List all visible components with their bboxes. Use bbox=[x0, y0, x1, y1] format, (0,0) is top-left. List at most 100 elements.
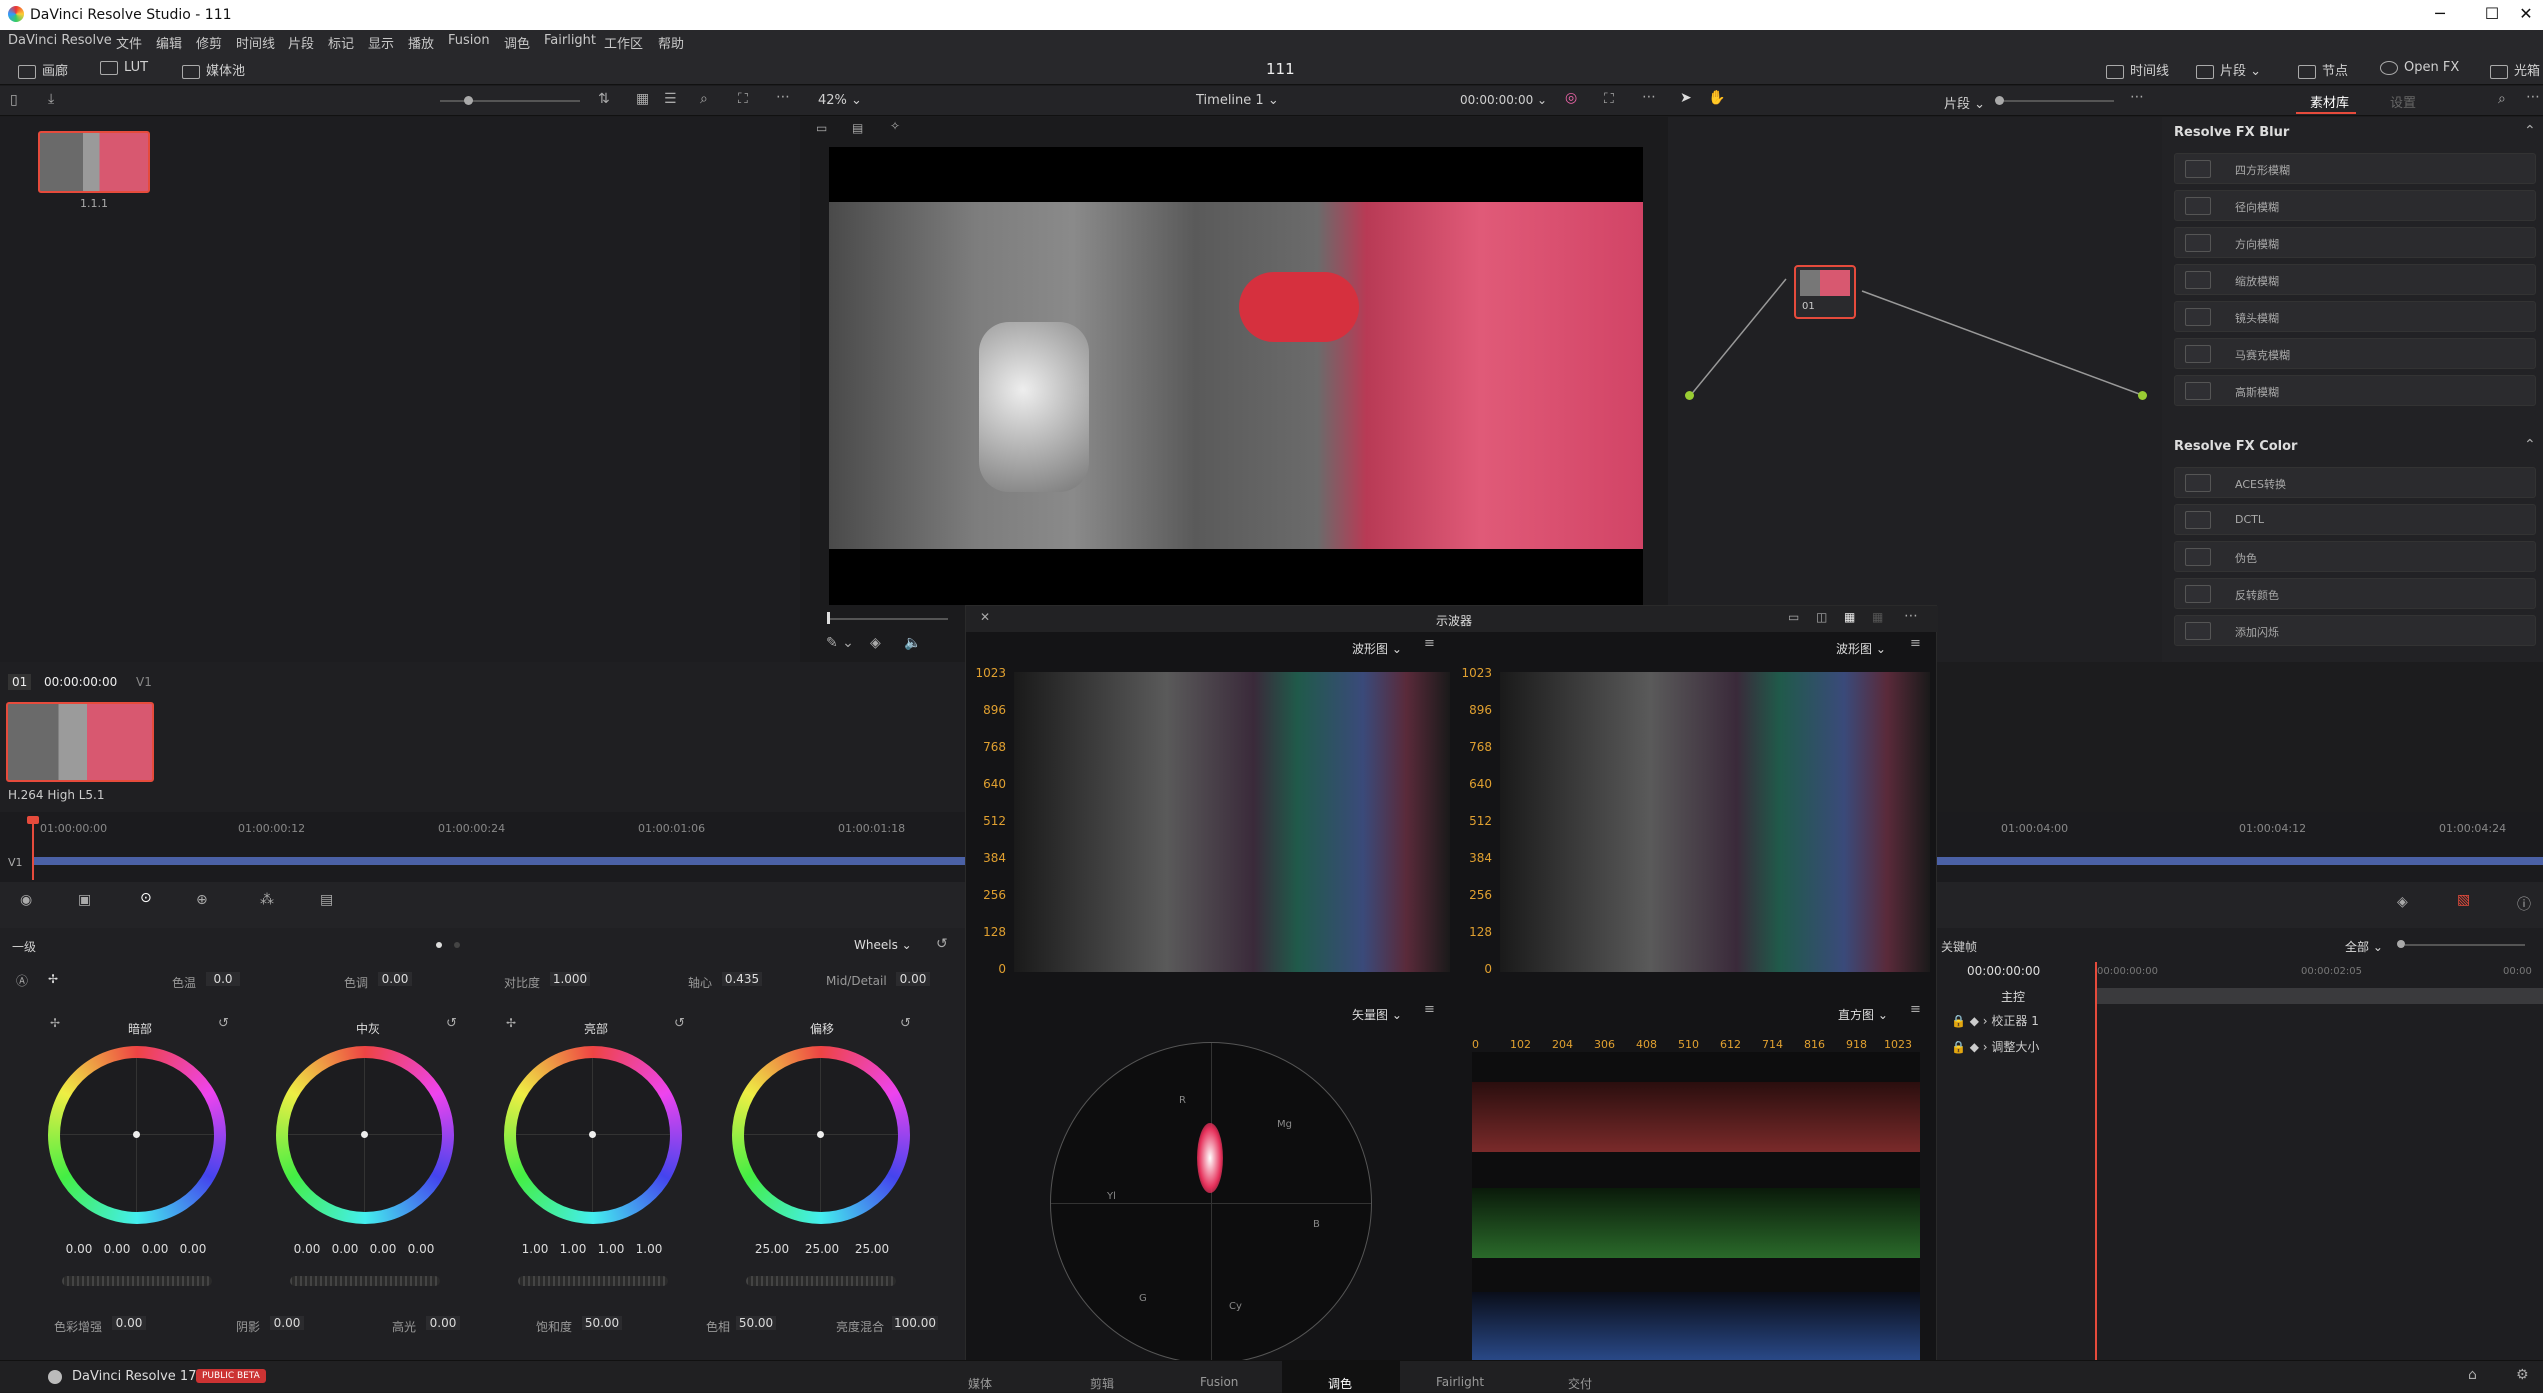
fx-group-blur[interactable]: Resolve FX Blur bbox=[2174, 125, 2289, 140]
gain-y[interactable]: 1.00 bbox=[518, 1242, 552, 1256]
mid-detail-field[interactable]: 0.00 bbox=[896, 972, 930, 986]
gamma-y[interactable]: 0.00 bbox=[290, 1242, 324, 1256]
rgb-mixer-icon[interactable]: ⁂ bbox=[260, 892, 274, 908]
lift-b[interactable]: 0.00 bbox=[176, 1242, 210, 1256]
still-thumbnail[interactable] bbox=[38, 131, 150, 193]
maximize-button[interactable]: ☐ bbox=[2482, 4, 2502, 23]
gallery-button[interactable]: 画廊 bbox=[18, 60, 68, 79]
saturation-field[interactable]: 50.00 bbox=[582, 1316, 622, 1330]
clip-thumbnail[interactable] bbox=[6, 702, 154, 782]
kf-row-master[interactable]: 主控 bbox=[2001, 988, 2025, 1005]
page-color[interactable]: 调色 bbox=[1328, 1375, 1352, 1392]
menu-file[interactable]: 文件 bbox=[116, 33, 142, 52]
gain-r[interactable]: 1.00 bbox=[556, 1242, 590, 1256]
shadows-field[interactable]: 0.00 bbox=[270, 1316, 304, 1330]
viewer-timecode[interactable]: 00:00:00:00 ⌄ bbox=[1460, 93, 1547, 107]
gain-b[interactable]: 1.00 bbox=[632, 1242, 666, 1256]
lift-r[interactable]: 0.00 bbox=[100, 1242, 134, 1256]
fx-item[interactable]: DCTL bbox=[2174, 504, 2536, 535]
fx-item[interactable]: 径向模糊 bbox=[2174, 190, 2536, 221]
sort-icon[interactable]: ⇅ bbox=[598, 91, 610, 107]
keyframe-playhead[interactable] bbox=[2095, 962, 2097, 1360]
hue-field[interactable]: 50.00 bbox=[736, 1316, 776, 1330]
lift-wheel[interactable] bbox=[48, 1046, 226, 1224]
mediapool-button[interactable]: 媒体池 bbox=[182, 60, 245, 79]
page-cut[interactable]: 剪辑 bbox=[1090, 1375, 1114, 1392]
gamma-reset-icon[interactable]: ↺ bbox=[446, 1016, 457, 1031]
thumb-slider-handle[interactable] bbox=[464, 96, 473, 105]
lift-reset-icon[interactable]: ↺ bbox=[218, 1016, 229, 1031]
mini-timeline-right[interactable]: 01:00:04:00 01:00:04:12 01:00:04:24 bbox=[1937, 812, 2543, 882]
page-fairlight[interactable]: Fairlight bbox=[1436, 1375, 1484, 1389]
lightbox-toggle[interactable]: 光箱 bbox=[2490, 60, 2540, 79]
gain-wheel[interactable] bbox=[504, 1046, 682, 1224]
offset-r[interactable]: 25.00 bbox=[752, 1242, 792, 1256]
fx-item[interactable]: 方向模糊 bbox=[2174, 227, 2536, 258]
clip-color-icon[interactable]: ◎ bbox=[1565, 90, 1577, 106]
close-button[interactable]: ✕ bbox=[2516, 4, 2536, 23]
fx-item[interactable]: 伪色 bbox=[2174, 541, 2536, 572]
reset-icon[interactable]: ↺ bbox=[936, 936, 948, 952]
offset-master-wheel[interactable] bbox=[746, 1276, 896, 1286]
highlight-icon[interactable]: ◈ bbox=[870, 635, 881, 651]
layout-1-icon[interactable]: ▭ bbox=[1788, 610, 1799, 624]
motion-effects-icon[interactable]: ▤ bbox=[320, 892, 333, 908]
fx-item[interactable]: 马赛克模糊 bbox=[2174, 338, 2536, 369]
layout-2-icon[interactable]: ◫ bbox=[1816, 610, 1827, 624]
magic-wand-icon[interactable]: ✧ bbox=[890, 119, 900, 133]
menu-view[interactable]: 显示 bbox=[368, 33, 394, 52]
fx-item[interactable]: 高斯模糊 bbox=[2174, 375, 2536, 406]
scrubber-handle[interactable] bbox=[827, 612, 830, 624]
keyframe-zoom-slider[interactable] bbox=[2405, 944, 2525, 946]
grid-view-icon[interactable]: ▦ bbox=[636, 91, 649, 107]
scrubber-bar[interactable] bbox=[828, 618, 948, 620]
lut-button[interactable]: LUT bbox=[100, 60, 148, 75]
gamma-b[interactable]: 0.00 bbox=[404, 1242, 438, 1256]
openfx-toggle[interactable]: Open FX bbox=[2380, 60, 2459, 75]
histogram-settings-icon[interactable]: ≡ bbox=[1910, 1002, 1921, 1017]
lift-g[interactable]: 0.00 bbox=[138, 1242, 172, 1256]
contrast-field[interactable]: 1.000 bbox=[550, 972, 590, 986]
list-view-icon[interactable]: ☰ bbox=[664, 91, 677, 107]
menu-trim[interactable]: 修剪 bbox=[196, 33, 222, 52]
tab-library[interactable]: 素材库 bbox=[2310, 92, 2349, 111]
master-track[interactable] bbox=[2097, 988, 2543, 1004]
auto-icon[interactable]: Ⓐ bbox=[16, 972, 28, 989]
corrector-node[interactable]: 01 bbox=[1794, 265, 1856, 319]
lift-master-wheel[interactable] bbox=[62, 1276, 212, 1286]
vector-settings-icon[interactable]: ≡ bbox=[1424, 1002, 1435, 1017]
playhead-handle[interactable] bbox=[27, 816, 39, 824]
color-boost-field[interactable]: 0.00 bbox=[112, 1316, 146, 1330]
menu-fairlight[interactable]: Fairlight bbox=[544, 33, 596, 48]
node-zoom-slider[interactable] bbox=[2004, 100, 2114, 102]
clips-toggle[interactable]: 片段 ⌄ bbox=[2196, 60, 2261, 79]
tab-settings[interactable]: 设置 bbox=[2390, 92, 2416, 111]
timeline-dropdown[interactable]: Timeline 1 ⌄ bbox=[1196, 93, 1279, 108]
menu-playback[interactable]: 播放 bbox=[408, 33, 434, 52]
scope2-dropdown[interactable]: 波形图 ⌄ bbox=[1836, 640, 1886, 657]
fx-group-color[interactable]: Resolve FX Color bbox=[2174, 439, 2297, 454]
offset-b[interactable]: 25.00 bbox=[852, 1242, 892, 1256]
eyedropper-icon[interactable]: ✎ ⌄ bbox=[826, 635, 854, 651]
node-clip-dropdown[interactable]: 片段 ⌄ bbox=[1944, 93, 1985, 112]
gain-reset-icon[interactable]: ↺ bbox=[674, 1016, 685, 1031]
offset-g[interactable]: 25.00 bbox=[802, 1242, 842, 1256]
wheels-mode-dropdown[interactable]: Wheels ⌄ bbox=[854, 938, 912, 952]
temp-field[interactable]: 0.0 bbox=[206, 972, 240, 986]
gamma-wheel[interactable] bbox=[276, 1046, 454, 1224]
nodes-toggle[interactable]: 节点 bbox=[2298, 60, 2348, 79]
picker-icon[interactable]: ✢ bbox=[48, 972, 58, 986]
page-dot[interactable] bbox=[454, 942, 460, 948]
home-icon[interactable]: ⌂ bbox=[2468, 1367, 2477, 1383]
viewer-more-icon[interactable]: ⋯ bbox=[1642, 89, 1656, 105]
fx-item[interactable]: 四方形模糊 bbox=[2174, 153, 2536, 184]
offset-reset-icon[interactable]: ↺ bbox=[900, 1016, 911, 1031]
scopes-more-icon[interactable]: ⋯ bbox=[1904, 608, 1918, 624]
highlights-field[interactable]: 0.00 bbox=[426, 1316, 460, 1330]
scope1-dropdown[interactable]: 波形图 ⌄ bbox=[1352, 640, 1402, 657]
hand-icon[interactable]: ✋ bbox=[1708, 90, 1725, 106]
wheel-picker-icon[interactable]: ✢ bbox=[50, 1016, 60, 1030]
page-deliver[interactable]: 交付 bbox=[1568, 1375, 1592, 1392]
node-output[interactable] bbox=[2138, 391, 2147, 400]
gain-master-wheel[interactable] bbox=[518, 1276, 668, 1286]
